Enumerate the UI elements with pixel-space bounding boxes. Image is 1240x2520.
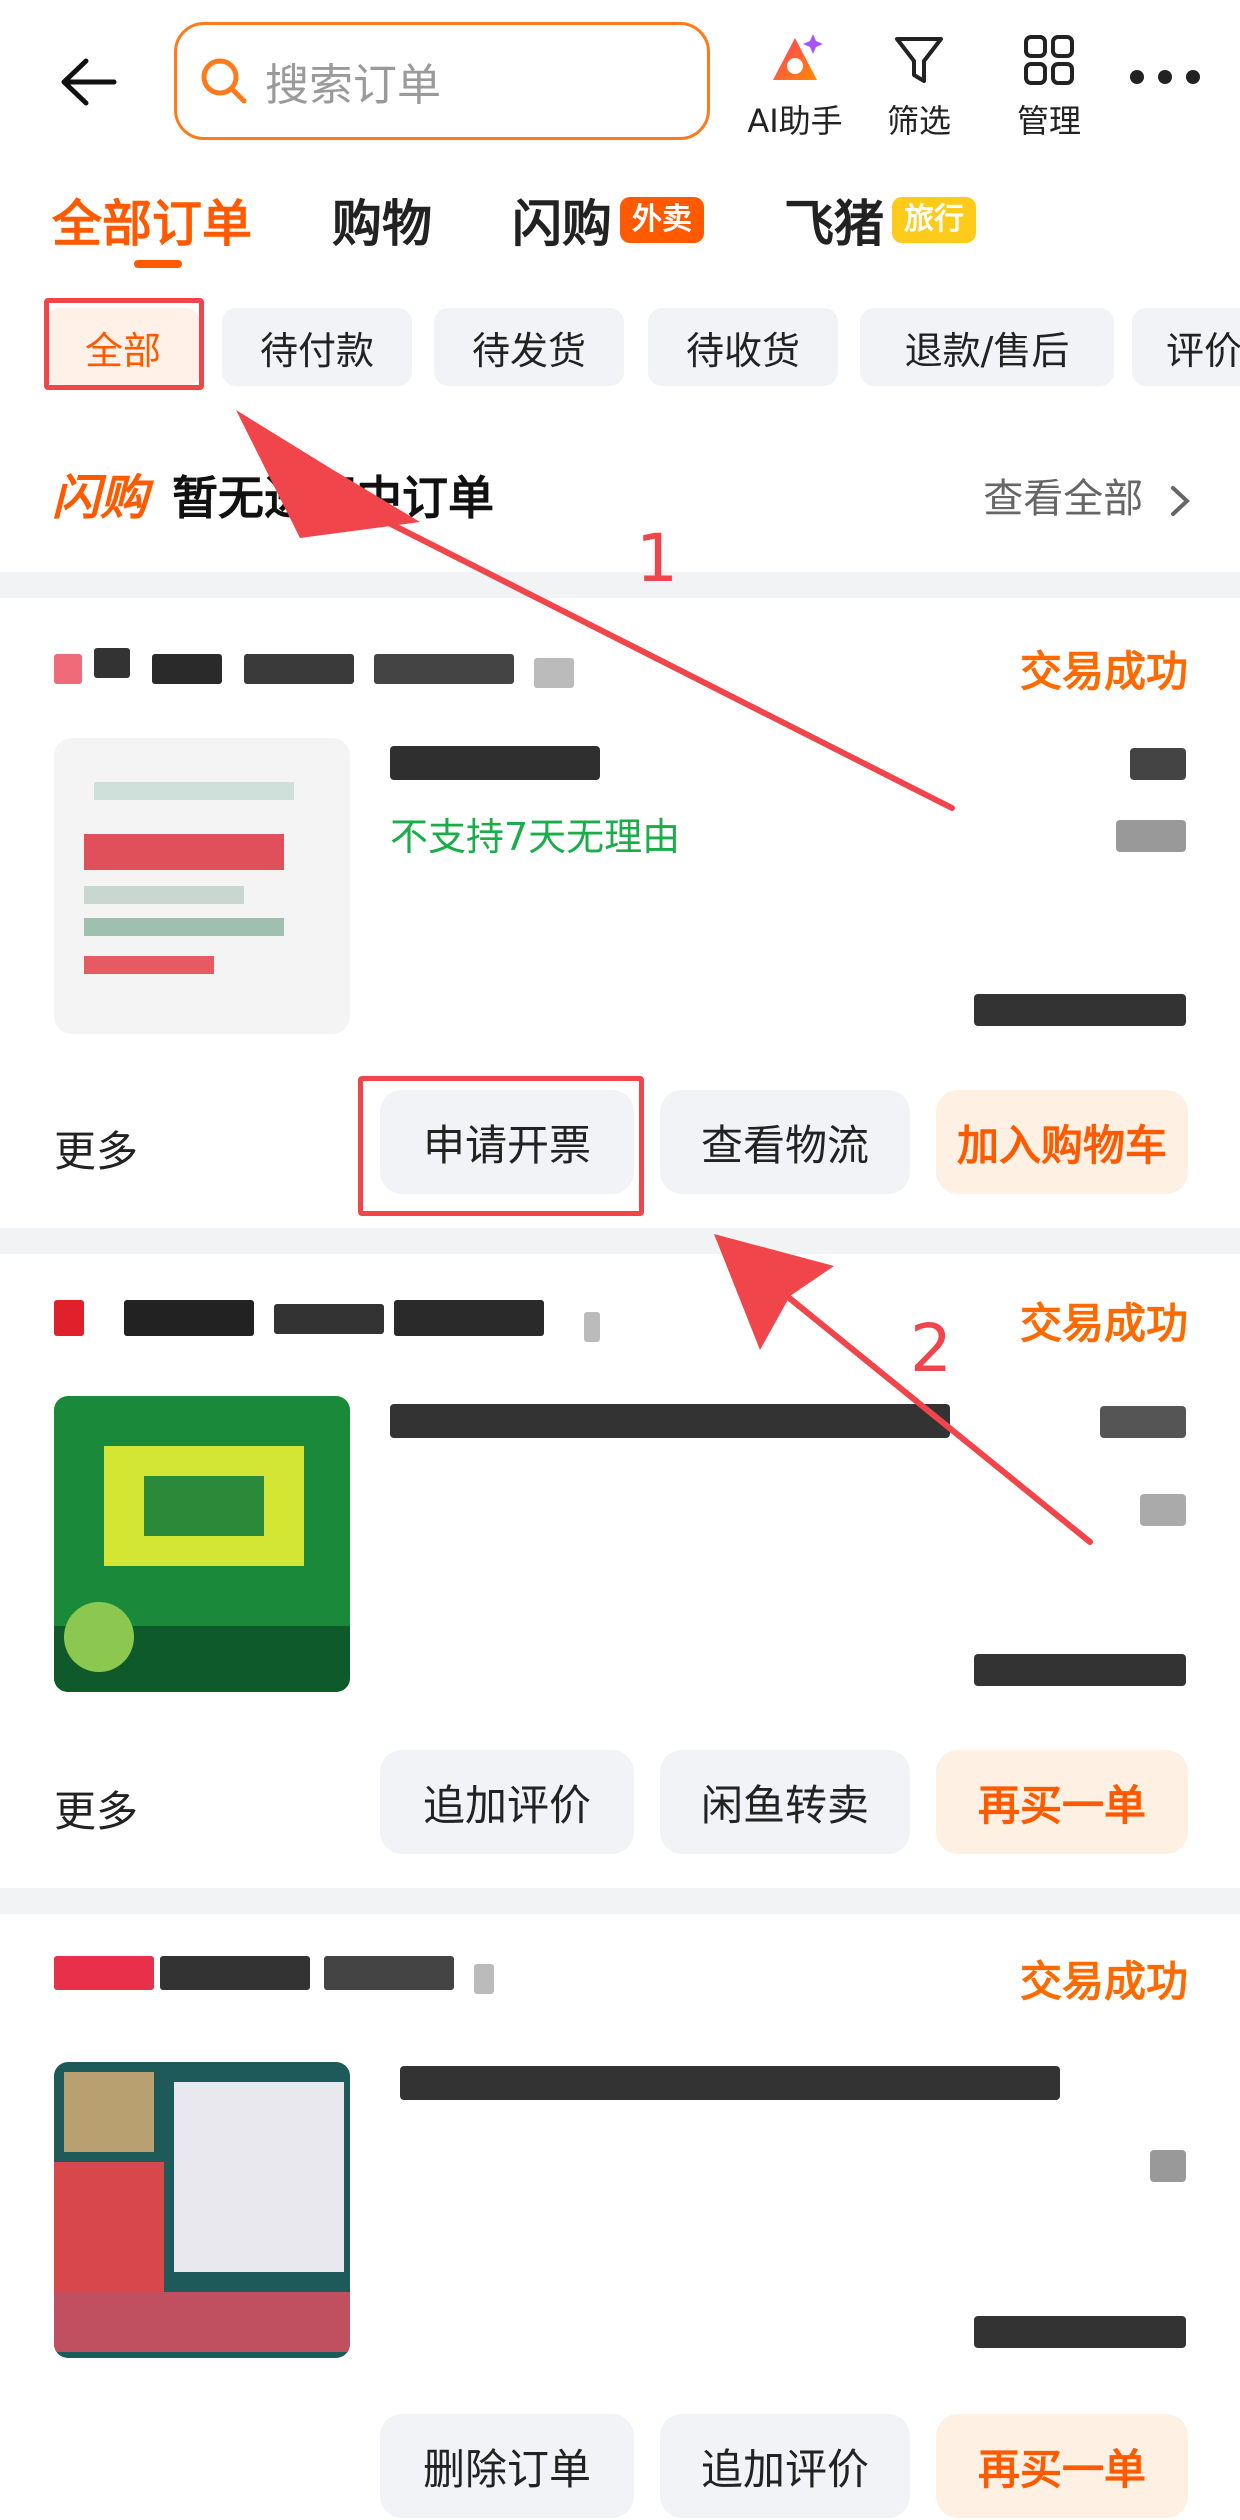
request-invoice-button[interactable]: 申请开票 <box>380 1090 634 1194</box>
filter-chip-pending-shipment[interactable]: 待发货 <box>434 308 624 386</box>
flash-buy-logo: 闪购 <box>52 470 149 526</box>
status-filter-chips: 全部 待付款 待发货 待收货 退款/售后 评价 <box>0 298 1240 394</box>
no-active-orders-text: 暂无进行中订单 <box>172 471 494 525</box>
price-blurred <box>1100 1406 1186 1438</box>
product-thumbnail[interactable] <box>54 738 350 1034</box>
takeout-badge: 外卖 <box>620 197 704 243</box>
filter-chip-review[interactable]: 评价 <box>1132 308 1240 386</box>
order-status: 交易成功 <box>1019 1957 1188 2006</box>
order-card: 交易成功 不支持7天无理由 更多 申请开票 查看物流 加入购物车 <box>0 598 1240 1228</box>
grid-manage-icon <box>1024 35 1074 85</box>
search-icon <box>201 58 247 104</box>
search-placeholder: 搜索订单 <box>265 60 441 111</box>
product-title-blurred[interactable] <box>390 1404 950 1438</box>
no-7-day-return-tag: 不支持7天无理由 <box>390 815 681 859</box>
product-title-blurred[interactable] <box>390 746 600 780</box>
tab-shopping[interactable]: 购物 <box>332 180 432 260</box>
shop-name-blurred[interactable] <box>54 1942 594 2012</box>
view-all-link[interactable]: 查看全部 <box>983 466 1192 524</box>
buy-again-button[interactable]: 再买一单 <box>936 2414 1188 2518</box>
paid-amount-blurred <box>974 2316 1186 2348</box>
more-dots-icon[interactable] <box>1130 62 1200 92</box>
paid-amount-blurred <box>974 994 1186 1026</box>
chevron-right-icon <box>1171 486 1190 516</box>
filter-chip-all[interactable]: 全部 <box>46 308 200 386</box>
travel-badge: 旅行 <box>892 197 976 243</box>
section-divider <box>0 572 1240 598</box>
back-button[interactable] <box>48 42 128 122</box>
shop-name-blurred[interactable] <box>54 636 594 706</box>
paid-amount-blurred <box>974 1654 1186 1686</box>
order-card: 交易成功 删除订单 追加评价 再买一单 <box>0 1914 1240 2520</box>
order-status: 交易成功 <box>1019 1299 1188 1348</box>
order-status: 交易成功 <box>1019 647 1188 696</box>
more-actions-link[interactable]: 更多 <box>54 1778 138 1839</box>
add-review-button[interactable]: 追加评价 <box>380 1750 634 1854</box>
order-list-screen: 搜索订单 AI助手 筛选 管理 全部订单 购物 闪购 外卖 飞猪 旅行 全部 待… <box>0 0 1240 2520</box>
order-card: 交易成功 更多 追加评价 闲鱼转卖 再买一单 <box>0 1254 1240 1888</box>
annotation-number-1: 1 <box>636 520 678 597</box>
add-review-button[interactable]: 追加评价 <box>660 2414 910 2518</box>
search-input[interactable]: 搜索订单 <box>174 22 710 140</box>
active-tab-underline <box>134 260 182 268</box>
more-actions-link[interactable]: 更多 <box>54 1118 138 1179</box>
filter-chip-refund-aftersale[interactable]: 退款/售后 <box>860 308 1114 386</box>
view-logistics-button[interactable]: 查看物流 <box>660 1090 910 1194</box>
filter-icon <box>895 37 943 83</box>
category-tabs: 全部订单 购物 闪购 外卖 飞猪 旅行 <box>0 180 1240 280</box>
product-thumbnail[interactable] <box>54 2062 350 2358</box>
buy-again-button[interactable]: 再买一单 <box>936 1750 1188 1854</box>
resell-on-xianyu-button[interactable]: 闲鱼转卖 <box>660 1750 910 1854</box>
price-blurred <box>1130 748 1186 780</box>
section-divider <box>0 1228 1240 1254</box>
filter-button[interactable]: 筛选 <box>864 28 974 140</box>
quantity-blurred <box>1116 820 1186 852</box>
back-arrow-icon <box>61 58 117 106</box>
section-divider <box>0 1888 1240 1914</box>
annotation-number-2: 2 <box>910 1310 952 1387</box>
tab-all-orders[interactable]: 全部订单 <box>52 180 252 268</box>
top-bar: 搜索订单 AI助手 筛选 管理 <box>0 0 1240 160</box>
filter-chip-pending-payment[interactable]: 待付款 <box>222 308 412 386</box>
tab-flash-buy[interactable]: 闪购 外卖 <box>512 180 704 260</box>
flash-buy-row: 闪购 暂无进行中订单 查看全部 <box>0 440 1240 540</box>
filter-chip-pending-receipt[interactable]: 待收货 <box>648 308 838 386</box>
manage-button[interactable]: 管理 <box>994 28 1104 140</box>
delete-order-button[interactable]: 删除订单 <box>380 2414 634 2518</box>
add-to-cart-button[interactable]: 加入购物车 <box>936 1090 1188 1194</box>
ai-assistant-icon <box>773 34 823 80</box>
product-thumbnail[interactable] <box>54 1396 350 1692</box>
quantity-blurred <box>1150 2150 1186 2182</box>
tab-fliggy[interactable]: 飞猪 旅行 <box>784 180 976 260</box>
product-title-blurred[interactable] <box>400 2066 1060 2100</box>
quantity-blurred <box>1140 1494 1186 1526</box>
shop-name-blurred[interactable] <box>54 1286 600 1356</box>
ai-assistant-button[interactable]: AI助手 <box>740 28 850 140</box>
